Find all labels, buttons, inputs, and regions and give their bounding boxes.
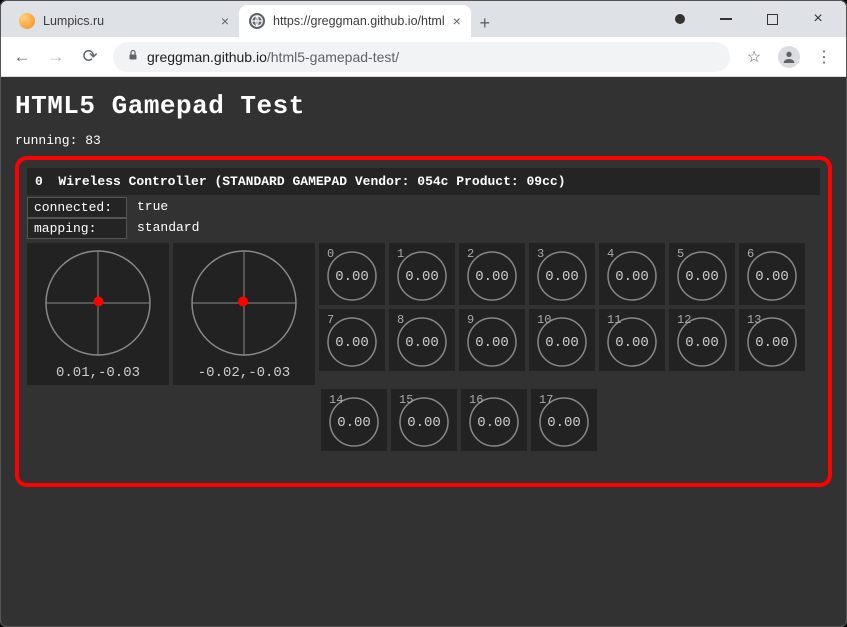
- button-display: 30.00: [529, 243, 595, 305]
- button-index: 7: [327, 313, 334, 327]
- button-index: 4: [607, 247, 614, 261]
- axis-value: 0.01,-0.03: [27, 365, 169, 381]
- controller-panel: 0 Wireless Controller (STANDARD GAMEPAD …: [15, 156, 832, 487]
- button-display: 50.00: [669, 243, 735, 305]
- button-display: 70.00: [319, 309, 385, 371]
- button-index: 13: [747, 313, 761, 327]
- axis-value: -0.02,-0.03: [173, 365, 315, 381]
- button-index: 5: [677, 247, 684, 261]
- button-display: 130.00: [739, 309, 805, 371]
- button-display: 60.00: [739, 243, 805, 305]
- close-icon[interactable]: ×: [453, 13, 461, 29]
- button-index: 9: [467, 313, 474, 327]
- button-index: 17: [539, 393, 553, 407]
- button-display: 10.00: [389, 243, 455, 305]
- button-display: 120.00: [669, 309, 735, 371]
- browser-toolbar: ← → ⟳ greggman.github.io/html5-gamepad-t…: [1, 37, 846, 77]
- account-indicator-icon[interactable]: [666, 5, 694, 33]
- axis-display-0: 0.01,-0.03: [27, 243, 169, 385]
- button-display: 160.00: [461, 389, 527, 451]
- mapping-row: mapping: standard: [27, 218, 820, 239]
- button-display: 20.00: [459, 243, 525, 305]
- axis-display-1: -0.02,-0.03: [173, 243, 315, 385]
- page-viewport: HTML5 Gamepad Test running: 83 0 Wireles…: [1, 77, 846, 626]
- new-tab-button[interactable]: +: [471, 9, 499, 37]
- button-index: 11: [607, 313, 621, 327]
- button-index: 6: [747, 247, 754, 261]
- address-bar[interactable]: greggman.github.io/html5-gamepad-test/: [113, 42, 730, 72]
- button-index: 3: [537, 247, 544, 261]
- reload-button[interactable]: ⟳: [79, 46, 101, 67]
- tab-title: Lumpics.ru: [43, 14, 213, 28]
- button-display: 90.00: [459, 309, 525, 371]
- button-index: 14: [329, 393, 343, 407]
- button-display: 150.00: [391, 389, 457, 451]
- favicon-icon: [19, 13, 35, 29]
- connected-row: connected: true: [27, 197, 820, 218]
- window-close-button[interactable]: ×: [804, 5, 832, 33]
- menu-icon[interactable]: ⋮: [812, 47, 836, 67]
- button-index: 0: [327, 247, 334, 261]
- tab-title: https://greggman.github.io/html: [273, 14, 445, 28]
- button-index: 12: [677, 313, 691, 327]
- button-display: 00.00: [319, 243, 385, 305]
- button-display: 110.00: [599, 309, 665, 371]
- button-index: 10: [537, 313, 551, 327]
- page-title: HTML5 Gamepad Test: [15, 91, 832, 121]
- profile-avatar[interactable]: [778, 46, 800, 68]
- browser-tab-active[interactable]: https://greggman.github.io/html ×: [239, 5, 471, 37]
- button-display: 80.00: [389, 309, 455, 371]
- button-index: 8: [397, 313, 404, 327]
- globe-icon: [249, 13, 265, 29]
- button-display: 140.00: [321, 389, 387, 451]
- window-maximize-button[interactable]: [758, 5, 786, 33]
- back-button[interactable]: ←: [11, 47, 33, 67]
- running-status: running: 83: [15, 133, 832, 148]
- browser-tab-inactive[interactable]: Lumpics.ru ×: [9, 5, 239, 37]
- window-minimize-button[interactable]: [712, 5, 740, 33]
- button-grid: 00.0010.0020.0030.0040.0050.0060.00 70.0…: [319, 243, 820, 385]
- close-icon[interactable]: ×: [221, 13, 229, 29]
- button-display: 170.00: [531, 389, 597, 451]
- button-display: 100.00: [529, 309, 595, 371]
- button-index: 15: [399, 393, 413, 407]
- forward-button: →: [45, 47, 67, 67]
- star-icon[interactable]: ☆: [742, 47, 766, 67]
- browser-tabstrip: Lumpics.ru × https://greggman.github.io/…: [1, 1, 846, 37]
- url-text: greggman.github.io/html5-gamepad-test/: [147, 49, 399, 65]
- button-index: 16: [469, 393, 483, 407]
- button-index: 2: [467, 247, 474, 261]
- button-display: 40.00: [599, 243, 665, 305]
- lock-icon: [127, 48, 139, 65]
- controller-header: 0 Wireless Controller (STANDARD GAMEPAD …: [27, 168, 820, 195]
- button-index: 1: [397, 247, 404, 261]
